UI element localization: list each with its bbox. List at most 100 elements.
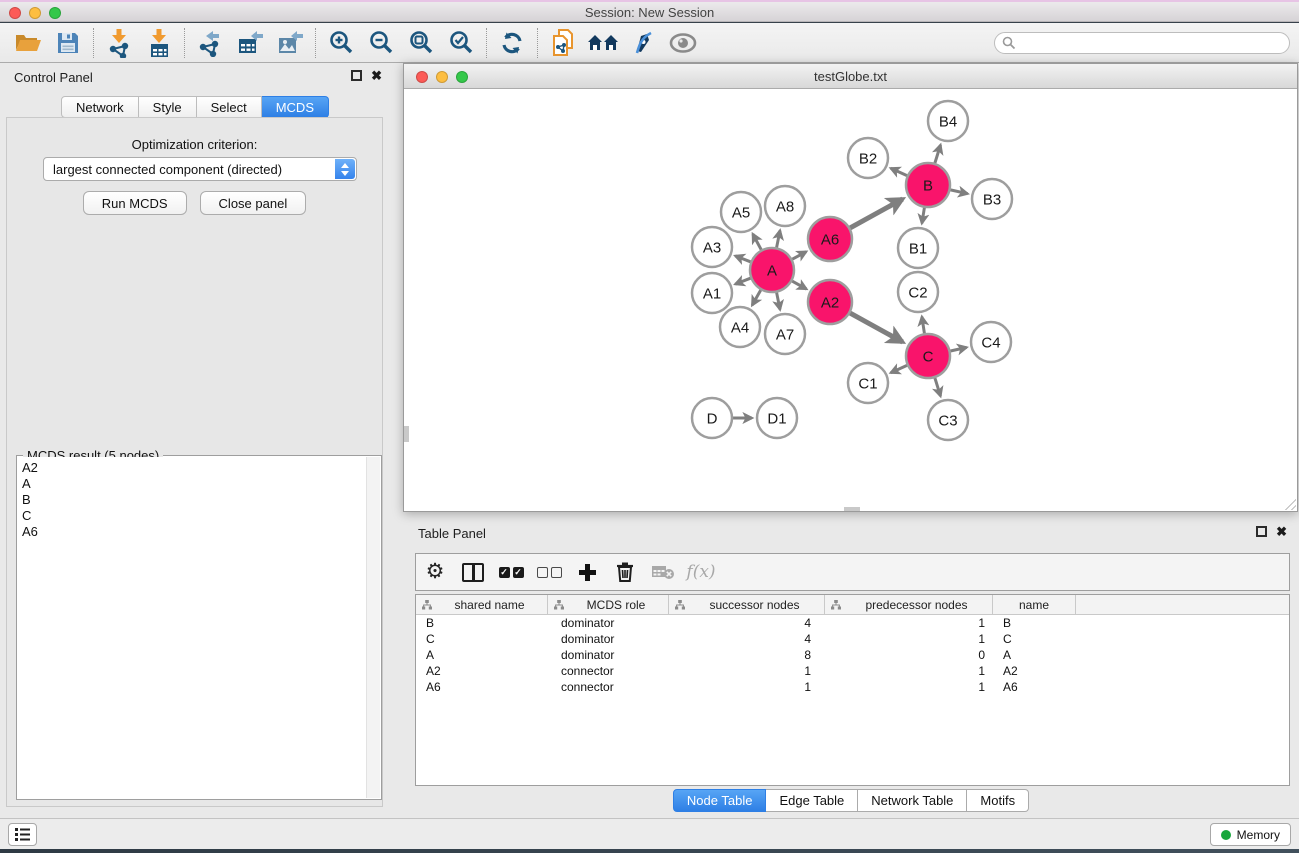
network-canvas[interactable]: A A1 A3A5A8 A4A7 A6 A2 B B1 B2 B3B4 C C1 C2 C3C4 D D1 bbox=[404, 89, 1297, 511]
graph-node-C1[interactable]: C1 bbox=[848, 363, 888, 403]
graph-node-A[interactable]: A bbox=[750, 248, 794, 292]
graph-node-B3[interactable]: B3 bbox=[972, 179, 1012, 219]
zoom-selected-icon[interactable] bbox=[441, 26, 481, 60]
edge-A-A3[interactable] bbox=[735, 256, 750, 262]
birdseye-view-icon[interactable] bbox=[663, 26, 703, 60]
graph-node-C4[interactable]: C4 bbox=[971, 322, 1011, 362]
memory-button[interactable]: Memory bbox=[1210, 823, 1291, 846]
refresh-icon[interactable] bbox=[492, 26, 532, 60]
clone-network-icon[interactable] bbox=[543, 26, 583, 60]
close-table-panel-icon[interactable]: ✖ bbox=[1276, 526, 1287, 537]
graph-node-C2[interactable]: C2 bbox=[898, 272, 938, 312]
tab-mcds[interactable]: MCDS bbox=[262, 96, 329, 118]
export-image-icon[interactable] bbox=[270, 26, 310, 60]
graph-node-A3[interactable]: A3 bbox=[692, 227, 732, 267]
run-mcds-button[interactable]: Run MCDS bbox=[83, 191, 187, 215]
edge-A-A6[interactable] bbox=[792, 252, 806, 260]
result-scrollbar[interactable] bbox=[366, 457, 380, 798]
table-settings-icon[interactable]: ⚙ bbox=[416, 555, 454, 589]
edge-A-A7[interactable] bbox=[777, 293, 780, 310]
save-session-icon[interactable] bbox=[48, 26, 88, 60]
graph-node-A5[interactable]: A5 bbox=[721, 192, 761, 232]
node-table[interactable]: shared nameMCDS rolesuccessor nodesprede… bbox=[415, 594, 1290, 786]
graph-node-A1[interactable]: A1 bbox=[692, 273, 732, 313]
hide-annotations-icon[interactable] bbox=[623, 26, 663, 60]
table-row[interactable]: Adominator80A bbox=[416, 647, 1289, 663]
result-item[interactable]: A2 bbox=[22, 460, 365, 476]
graph-node-B2[interactable]: B2 bbox=[848, 138, 888, 178]
split-columns-icon[interactable] bbox=[454, 555, 492, 589]
close-panel-button[interactable]: Close panel bbox=[200, 191, 307, 215]
graph-node-A8[interactable]: A8 bbox=[765, 186, 805, 226]
tab-edge-table[interactable]: Edge Table bbox=[766, 789, 858, 812]
float-panel-icon[interactable] bbox=[351, 70, 362, 81]
graph-node-D1[interactable]: D1 bbox=[757, 398, 797, 438]
edge-C-C1[interactable] bbox=[891, 365, 907, 372]
edge-A-A2[interactable] bbox=[792, 281, 806, 289]
edge-C-C3[interactable] bbox=[935, 378, 941, 396]
export-table-icon[interactable] bbox=[230, 26, 270, 60]
zoom-in-icon[interactable] bbox=[321, 26, 361, 60]
result-item[interactable]: A bbox=[22, 476, 365, 492]
tab-motifs[interactable]: Motifs bbox=[967, 789, 1029, 812]
graph-node-C3[interactable]: C3 bbox=[928, 400, 968, 440]
delete-columns-icon[interactable] bbox=[606, 555, 644, 589]
graph-node-B4[interactable]: B4 bbox=[928, 101, 968, 141]
edge-A6-B[interactable] bbox=[850, 199, 903, 228]
edge-B-B4[interactable] bbox=[935, 145, 941, 163]
column-header-shared-name[interactable]: shared name bbox=[416, 595, 548, 614]
column-header-successor-nodes[interactable]: successor nodes bbox=[669, 595, 825, 614]
canvas-horizontal-scroll-handle[interactable] bbox=[844, 507, 860, 511]
zoom-out-icon[interactable] bbox=[361, 26, 401, 60]
edge-A-A1[interactable] bbox=[735, 278, 750, 284]
graph-node-A2[interactable]: A2 bbox=[808, 280, 852, 324]
graph-node-A6[interactable]: A6 bbox=[808, 217, 852, 261]
table-row[interactable]: A6connector11A6 bbox=[416, 679, 1289, 695]
graph-node-A4[interactable]: A4 bbox=[720, 307, 760, 347]
import-network-icon[interactable] bbox=[99, 26, 139, 60]
show-columns-icon[interactable]: ✓✓ bbox=[492, 555, 530, 589]
close-panel-icon[interactable]: ✖ bbox=[371, 70, 382, 81]
column-header-predecessor-nodes[interactable]: predecessor nodes bbox=[825, 595, 993, 614]
edge-C-C4[interactable] bbox=[951, 347, 967, 351]
export-network-icon[interactable] bbox=[190, 26, 230, 60]
result-item[interactable]: A6 bbox=[22, 524, 365, 540]
tab-node-table[interactable]: Node Table bbox=[673, 789, 767, 812]
edge-C-C2[interactable] bbox=[922, 317, 925, 334]
tab-network-table[interactable]: Network Table bbox=[858, 789, 967, 812]
tab-select[interactable]: Select bbox=[197, 96, 262, 118]
table-row[interactable]: Bdominator41B bbox=[416, 615, 1289, 631]
edge-A-A8[interactable] bbox=[777, 231, 780, 248]
import-table-icon[interactable] bbox=[139, 26, 179, 60]
float-table-panel-icon[interactable] bbox=[1256, 526, 1267, 537]
edge-A-A4[interactable] bbox=[752, 290, 761, 305]
column-header-MCDS-role[interactable]: MCDS role bbox=[548, 595, 669, 614]
graph-node-B[interactable]: B bbox=[906, 163, 950, 207]
edge-B-B2[interactable] bbox=[891, 168, 907, 175]
optimization-criterion-select[interactable]: largest connected component (directed) bbox=[43, 157, 357, 181]
zoom-fit-icon[interactable] bbox=[401, 26, 441, 60]
column-header-name[interactable]: name bbox=[993, 595, 1076, 614]
graph-node-C[interactable]: C bbox=[906, 334, 950, 378]
graph-node-D[interactable]: D bbox=[692, 398, 732, 438]
tab-style[interactable]: Style bbox=[139, 96, 197, 118]
canvas-vertical-scroll-handle[interactable] bbox=[404, 426, 409, 442]
home-layouts-icon[interactable] bbox=[583, 26, 623, 60]
add-column-icon[interactable] bbox=[568, 555, 606, 589]
search-input[interactable] bbox=[994, 32, 1290, 54]
graph-node-B1[interactable]: B1 bbox=[898, 228, 938, 268]
task-history-button[interactable] bbox=[8, 823, 37, 846]
result-item[interactable]: B bbox=[22, 492, 365, 508]
open-file-icon[interactable] bbox=[8, 26, 48, 60]
graph-node-A7[interactable]: A7 bbox=[765, 314, 805, 354]
edge-A-A5[interactable] bbox=[753, 234, 761, 250]
edge-B-B3[interactable] bbox=[951, 190, 968, 194]
edge-A2-C[interactable] bbox=[850, 313, 903, 342]
hide-columns-icon[interactable] bbox=[530, 555, 568, 589]
table-row[interactable]: Cdominator41C bbox=[416, 631, 1289, 647]
tab-network[interactable]: Network bbox=[61, 96, 139, 118]
network-window-titlebar[interactable]: testGlobe.txt bbox=[404, 64, 1297, 89]
result-item[interactable]: C bbox=[22, 508, 365, 524]
edge-B-B1[interactable] bbox=[922, 208, 925, 224]
table-row[interactable]: A2connector11A2 bbox=[416, 663, 1289, 679]
